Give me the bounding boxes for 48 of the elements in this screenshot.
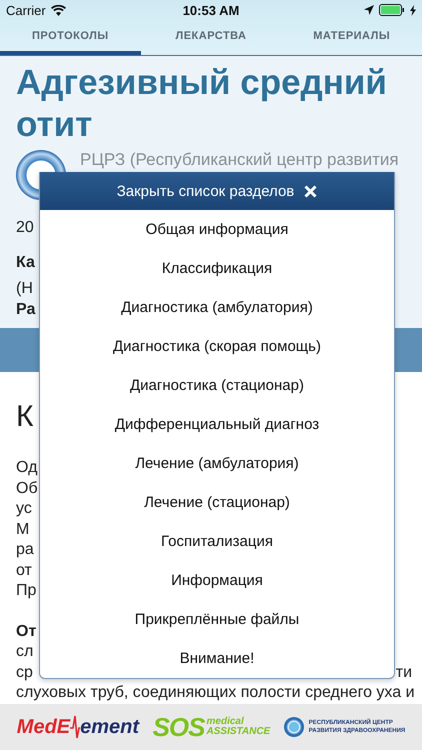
menu-item[interactable]: Лечение (стационар): [40, 483, 394, 522]
paragraph-text: От: [16, 622, 36, 642]
tab[interactable]: ЛЕКАРСТВА: [140, 20, 282, 55]
charging-bolt-icon: [410, 4, 416, 16]
paragraph-text: ра: [16, 540, 34, 560]
menu-item[interactable]: Диагностика (скорая помощь): [40, 327, 394, 366]
paragraph-text: ус: [16, 499, 32, 519]
paragraph-text: Об: [16, 478, 38, 498]
paragraph-text: Од: [16, 458, 38, 478]
menu-item[interactable]: Дифференциальный диагноз: [40, 405, 394, 444]
clock-time: 10:53 AM: [182, 2, 240, 18]
menu-item[interactable]: Госпитализация: [40, 522, 394, 561]
paragraph-text: Пр: [16, 581, 36, 601]
logo-text: ement: [80, 716, 140, 738]
menu-item[interactable]: Внимание!: [40, 639, 394, 678]
logo-text: ASSISTANCE: [206, 727, 270, 737]
location-arrow-icon: [364, 5, 374, 15]
menu-item[interactable]: Диагностика (амбулатория): [40, 288, 394, 327]
menu-item[interactable]: Классификация: [40, 249, 394, 288]
section-heading: К: [16, 400, 34, 434]
close-menu-button[interactable]: Закрыть список разделов: [40, 172, 394, 210]
meta-text: (Н: [16, 279, 33, 299]
menu-item[interactable]: Диагностика (стационар): [40, 366, 394, 405]
logo-text: SOS: [152, 712, 205, 742]
wifi-icon: [50, 4, 66, 16]
menu-item[interactable]: Общая информация: [40, 210, 394, 249]
paragraph-text: слуховых труб, соединяющих полости среднего уха и: [16, 683, 415, 703]
menu-item[interactable]: Лечение (амбулатория): [40, 444, 394, 483]
battery-icon: [379, 4, 406, 16]
carrier-name: Carrier: [6, 2, 46, 18]
meta-text: Ка: [16, 253, 35, 273]
menu-item[interactable]: Прикреплённые файлы: [40, 600, 394, 639]
article-title: Адгезивный средний отит: [16, 62, 388, 146]
meta-text: Ра: [16, 300, 36, 320]
heartbeat-icon: [70, 714, 80, 740]
close-icon: [304, 184, 318, 198]
logo-text: medical: [206, 717, 245, 727]
paragraph-text: сл: [16, 642, 34, 662]
menu-item[interactable]: Информация: [40, 561, 394, 600]
source-text: РЦРЗ (Республиканский центр развития: [80, 150, 399, 170]
logo-text: MedE: [16, 716, 70, 738]
paragraph-text: ти: [396, 662, 412, 682]
paragraph-text: ср: [16, 662, 33, 682]
tab[interactable]: МАТЕРИАЛЫ: [281, 20, 422, 55]
meta-text: 20: [16, 218, 34, 238]
paragraph-text: М: [16, 520, 30, 540]
paragraph-text: от: [16, 560, 32, 580]
emblem-logo: [284, 717, 304, 737]
